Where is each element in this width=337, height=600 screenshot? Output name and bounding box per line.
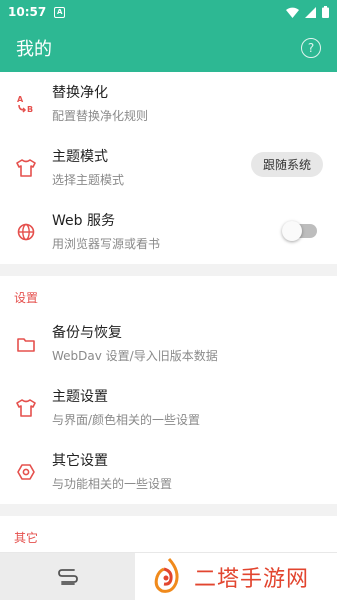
globe-icon	[0, 223, 52, 241]
ab-replace-icon: A B	[0, 93, 52, 115]
item-subtitle: 配置替换净化规则	[52, 109, 149, 123]
bottom-navigation: 二塔手游网	[0, 552, 337, 600]
item-title: 主题设置	[52, 389, 108, 405]
watermark-logo-icon	[154, 557, 179, 593]
settings-card: 设置 备份与恢复 WebDav 设置/导入旧版本数据 主题设置 与界面/颜色相关…	[0, 276, 337, 504]
content-list: A B 替换净化 配置替换净化规则 主题模式 选择主题模式 跟随系统 Web 服…	[0, 72, 337, 552]
item-title: 备份与恢复	[52, 325, 122, 341]
status-time: 10:57	[8, 5, 47, 19]
shirt-icon	[0, 399, 52, 417]
toggle-knob	[282, 221, 302, 241]
shirt-icon	[0, 159, 52, 177]
theme-mode-value-button[interactable]: 跟随系统	[250, 152, 323, 177]
item-title: 替换净化	[52, 85, 108, 101]
other-settings-item[interactable]: 其它设置 与功能相关的一些设置	[0, 440, 337, 504]
folder-icon	[0, 337, 52, 352]
bookshelf-nav-button[interactable]	[0, 553, 135, 600]
wifi-icon	[286, 7, 299, 18]
replace-purify-item[interactable]: A B 替换净化 配置替换净化规则	[0, 72, 337, 136]
watermark-text: 二塔手游网	[194, 567, 310, 592]
help-icon[interactable]: ?	[301, 38, 321, 58]
item-title: 其它设置	[52, 453, 108, 469]
bookshelf-icon	[57, 569, 78, 585]
battery-icon	[322, 6, 329, 18]
backup-restore-item[interactable]: 备份与恢复 WebDav 设置/导入旧版本数据	[0, 312, 337, 376]
item-subtitle: WebDav 设置/导入旧版本数据	[52, 349, 218, 363]
settings-section-header: 设置	[0, 276, 337, 312]
divider	[0, 264, 337, 276]
divider	[0, 504, 337, 516]
item-subtitle: 与功能相关的一些设置	[52, 477, 173, 491]
page-title: 我的	[16, 39, 52, 60]
svg-text:A: A	[17, 95, 24, 104]
web-service-toggle[interactable]	[282, 221, 317, 241]
other-section-header: 其它	[0, 516, 337, 552]
notification-icon: A	[54, 6, 66, 18]
top-card: A B 替换净化 配置替换净化规则 主题模式 选择主题模式 跟随系统 Web 服…	[0, 72, 337, 264]
item-subtitle: 与界面/颜色相关的一些设置	[52, 413, 201, 427]
signal-icon	[305, 6, 316, 18]
gear-icon	[0, 463, 52, 481]
theme-settings-item[interactable]: 主题设置 与界面/颜色相关的一些设置	[0, 376, 337, 440]
app-bar: 我的 ?	[0, 24, 337, 72]
watermark: 二塔手游网	[150, 557, 309, 597]
svg-text:B: B	[27, 105, 33, 114]
status-icons	[286, 6, 329, 18]
web-service-item[interactable]: Web 服务 用浏览器写源或看书	[0, 200, 337, 264]
status-bar: 10:57 A	[0, 0, 337, 24]
other-card: 其它	[0, 516, 337, 552]
theme-mode-item[interactable]: 主题模式 选择主题模式 跟随系统	[0, 136, 337, 200]
